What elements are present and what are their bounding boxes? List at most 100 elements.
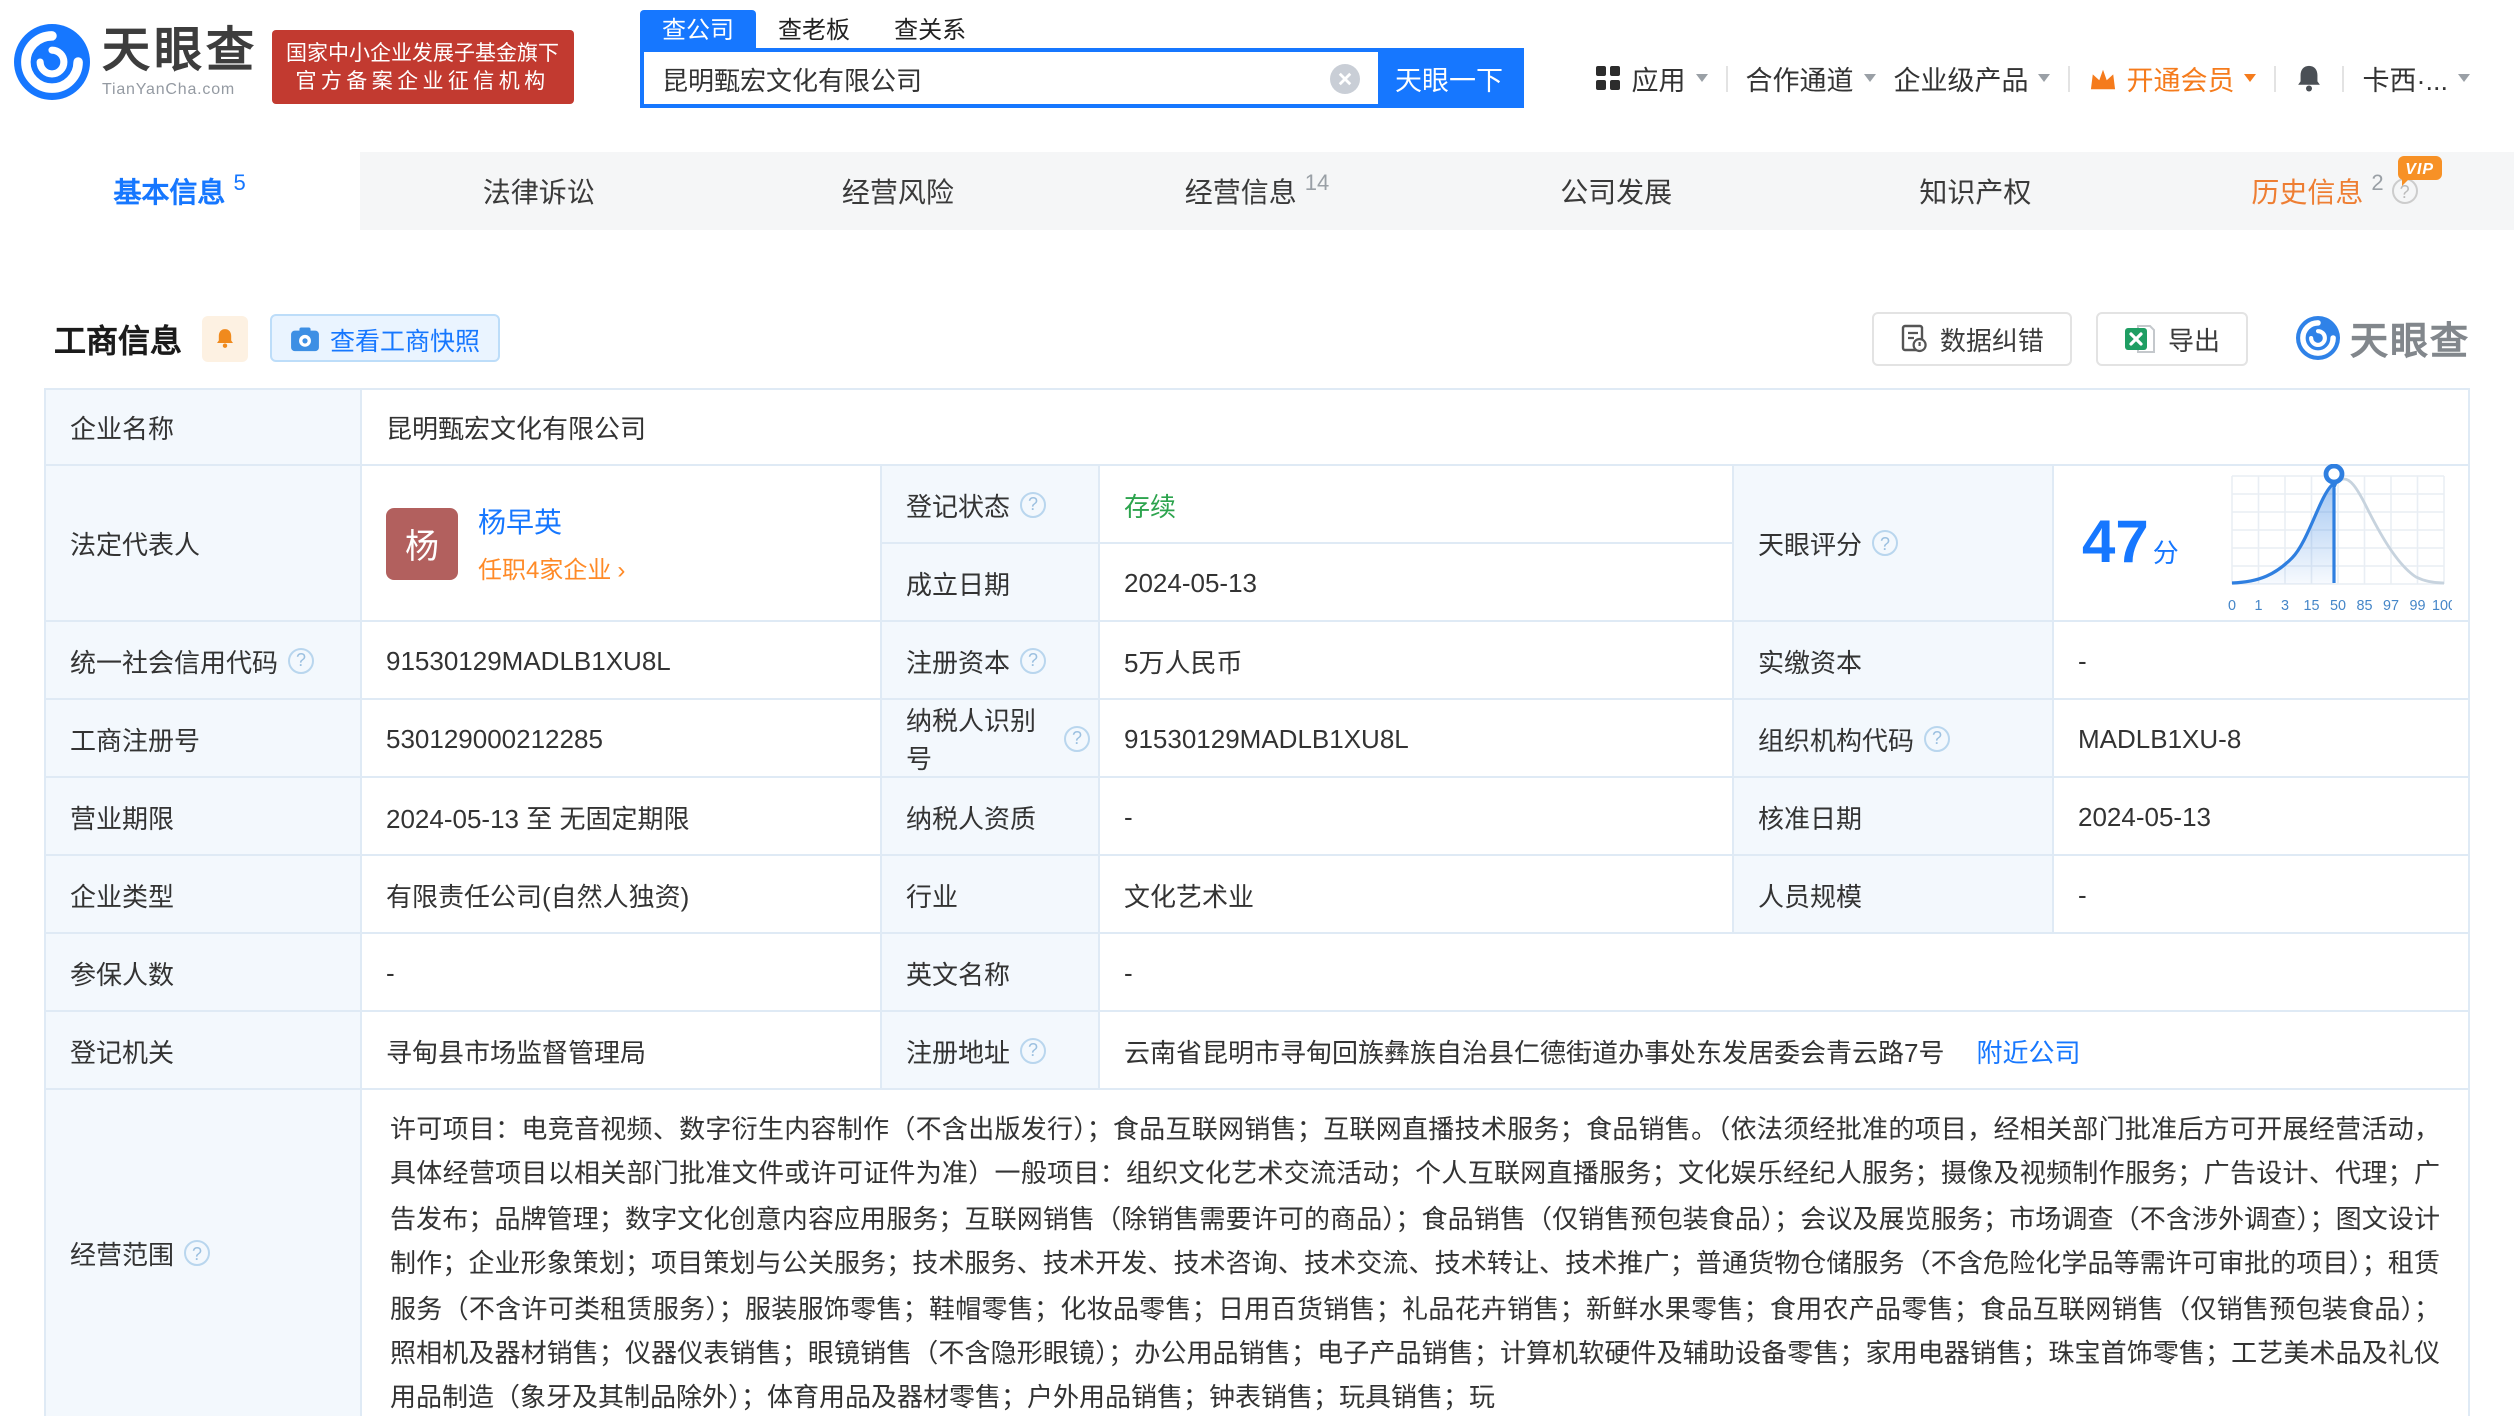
industry-value: 文化艺术业 — [1100, 856, 1734, 932]
help-icon[interactable] — [1020, 647, 1046, 673]
clear-icon[interactable] — [1330, 63, 1360, 93]
search-tab-company[interactable]: 查公司 — [640, 10, 756, 48]
data-correction-button[interactable]: 数据纠错 — [1872, 311, 2072, 365]
table-row: 企业类型 有限责任公司(自然人独资) 行业 文化艺术业 人员规模 - — [46, 856, 2468, 934]
svg-text:1: 1 — [2254, 597, 2262, 613]
approval-date-value: 2024-05-13 — [2054, 778, 2468, 854]
tab-intellectual-property[interactable]: 知识产权 — [1796, 152, 2155, 230]
search-tabs: 查公司 查老板 查关系 — [640, 10, 1524, 48]
taxpayer-id-value: 91530129MADLB1XU8L — [1100, 700, 1734, 776]
nav-enterprise-label: 企业级产品 — [1894, 58, 2029, 98]
svg-text:0: 0 — [2228, 597, 2236, 613]
user-menu[interactable]: 卡西·... — [2363, 58, 2471, 98]
table-row: 企业名称 昆明甄宏文化有限公司 — [46, 390, 2468, 466]
divider — [2275, 65, 2277, 91]
svg-text:50: 50 — [2330, 597, 2346, 613]
svg-text:97: 97 — [2383, 597, 2399, 613]
registration-authority-label: 登记机关 — [46, 1012, 362, 1088]
help-icon[interactable] — [184, 1240, 210, 1266]
legal-rep-positions-link[interactable]: 任职4家企业 — [478, 551, 625, 585]
company-name-label: 企业名称 — [46, 390, 362, 464]
search-input[interactable] — [644, 63, 1330, 93]
help-icon[interactable] — [1064, 725, 1090, 751]
search-module: 查公司 查老板 查关系 天眼一下 — [640, 10, 1524, 108]
camera-icon — [290, 325, 320, 351]
chevron-down-icon — [2458, 74, 2470, 82]
english-name-value: - — [1100, 934, 2468, 1010]
help-icon[interactable] — [1924, 725, 1950, 751]
divider — [2069, 65, 2071, 91]
tab-count: 14 — [1305, 171, 1330, 195]
establish-date-label: 成立日期 — [882, 544, 1100, 620]
reg-status-label: 登记状态 — [906, 485, 1010, 523]
table-row: 经营范围 许可项目：电竞音视频、数字衍生内容制作（不含出版发行）；食品互联网销售… — [46, 1090, 2468, 1416]
chevron-down-icon — [2039, 74, 2051, 82]
tab-company-development[interactable]: 公司发展 — [1437, 152, 1796, 230]
search-tab-relation[interactable]: 查关系 — [872, 10, 988, 48]
field-label: 统一社会信用代码 — [70, 641, 278, 679]
business-term-label: 营业期限 — [46, 778, 362, 854]
bell-icon — [214, 324, 236, 352]
reg-status-value: 存续 — [1100, 466, 1734, 542]
legal-rep-label: 法定代表人 — [46, 466, 362, 620]
reg-number-label: 工商注册号 — [46, 700, 362, 776]
nav-cooperation[interactable]: 合作通道 — [1746, 58, 1876, 98]
tianyancha-watermark-icon — [2296, 316, 2340, 360]
monitor-bell-button[interactable] — [202, 315, 248, 361]
correction-label: 数据纠错 — [1940, 319, 2044, 357]
business-info-header: 工商信息 查看工商快照 — [44, 310, 2470, 366]
tianyancha-logo[interactable]: 天眼查 TianYanCha.com — [14, 24, 258, 100]
svg-text:100: 100 — [2432, 597, 2452, 613]
snapshot-button[interactable]: 查看工商快照 — [270, 314, 500, 362]
export-button[interactable]: 导出 — [2096, 311, 2248, 365]
business-scope-value: 许可项目：电竞音视频、数字衍生内容制作（不含出版发行）；食品互联网销售；互联网直… — [362, 1090, 2468, 1416]
business-scope-label-cell: 经营范围 — [46, 1090, 362, 1416]
avatar[interactable]: 杨 — [386, 507, 458, 579]
table-subrow: 成立日期 2024-05-13 — [882, 544, 1734, 620]
section-title: 工商信息 — [54, 314, 182, 362]
search-tab-boss[interactable]: 查老板 — [756, 10, 872, 48]
taxpayer-id-label-cell: 纳税人识别号 — [882, 700, 1100, 776]
tab-basic-info[interactable]: 基本信息 5 — [0, 152, 359, 230]
help-icon[interactable] — [1872, 530, 1898, 556]
org-code-value: MADLB1XU-8 — [2054, 700, 2468, 776]
tab-count: 5 — [233, 171, 245, 195]
help-icon[interactable] — [288, 647, 314, 673]
nav-apps[interactable]: 应用 — [1597, 58, 1708, 98]
staff-size-value: - — [2054, 856, 2468, 932]
help-icon[interactable] — [1020, 1037, 1046, 1063]
section-actions: 数据纠错 导出 天眼查 — [1872, 311, 2470, 365]
top-bar: 天眼查 TianYanCha.com 国家中小企业发展子基金旗下 官方备案企业征… — [0, 0, 2514, 152]
notification-bell[interactable] — [2295, 62, 2325, 94]
tab-operation-info[interactable]: 经营信息 14 — [1077, 152, 1436, 230]
field-label: 组织机构代码 — [1758, 719, 1914, 757]
bell-icon — [2295, 62, 2325, 94]
tab-operation-risk[interactable]: 经营风险 — [718, 152, 1077, 230]
tianyancha-logo-icon — [14, 24, 90, 100]
org-code-label-cell: 组织机构代码 — [1734, 700, 2054, 776]
nav-open-vip[interactable]: 开通会员 — [2089, 58, 2257, 98]
chevron-down-icon — [1864, 74, 1876, 82]
search-button[interactable]: 天眼一下 — [1378, 52, 1520, 104]
field-label: 纳税人识别号 — [906, 700, 1054, 776]
correction-doc-icon — [1900, 323, 1928, 353]
english-name-label: 英文名称 — [882, 934, 1100, 1010]
business-term-value: 2024-05-13 至 无固定期限 — [362, 778, 882, 854]
reg-capital-value: 5万人民币 — [1100, 622, 1734, 698]
badge-line1: 国家中小企业发展子基金旗下 — [286, 40, 559, 68]
reg-address-value: 云南省昆明市寻甸回族彝族自治县仁德街道办事处东发居委会青云路7号 — [1124, 1031, 1944, 1069]
score-curve-chart: 0 1 3 15 50 85 97 99 100 — [2216, 463, 2452, 623]
nearby-companies-link[interactable]: 附近公司 — [1976, 1031, 2080, 1069]
table-row: 登记机关 寻甸县市场监督管理局 注册地址 云南省昆明市寻甸回族彝族自治县仁德街道… — [46, 1012, 2468, 1090]
tab-legal-proceedings[interactable]: 法律诉讼 — [359, 152, 718, 230]
legal-rep-name-link[interactable]: 杨早英 — [478, 501, 625, 541]
tab-history-info[interactable]: VIP 历史信息 2 — [2155, 152, 2514, 230]
logo-domain: TianYanCha.com — [102, 79, 258, 97]
score-axis-labels: 0 1 3 15 50 85 97 99 100 — [2228, 597, 2452, 613]
help-icon[interactable] — [1020, 491, 1046, 517]
svg-text:99: 99 — [2409, 597, 2425, 613]
snapshot-label: 查看工商快照 — [330, 319, 480, 357]
certification-badge: 国家中小企业发展子基金旗下 官方备案企业征信机构 — [272, 30, 573, 104]
tab-label: 法律诉讼 — [483, 171, 595, 211]
nav-enterprise-products[interactable]: 企业级产品 — [1894, 58, 2051, 98]
